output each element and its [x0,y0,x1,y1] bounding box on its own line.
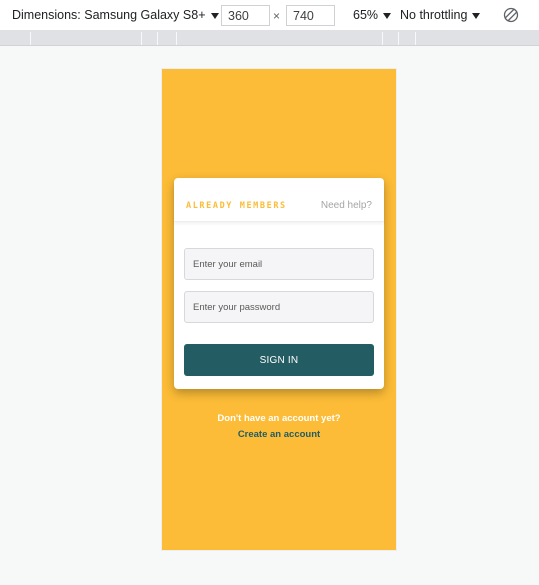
need-help-link[interactable]: Need help? [321,200,372,211]
device-select-label: Dimensions: Samsung Galaxy S8+ [12,8,206,22]
device-select[interactable]: Dimensions: Samsung Galaxy S8+ [12,8,219,22]
rotate-icon[interactable] [503,7,519,23]
ruler-tick [415,32,416,45]
zoom-select[interactable]: 65% [353,8,392,22]
no-account-text: Don't have an account yet? [217,413,341,424]
login-title: ALREADY MEMBERS [186,201,287,211]
create-account-link[interactable]: Create an account [162,429,396,440]
dimension-separator: × [273,9,281,23]
sign-in-button[interactable]: SIGN IN [184,344,374,376]
media-query-ruler[interactable] [0,30,539,46]
ruler-tick [382,32,383,45]
throttling-label: No throttling [400,8,468,22]
chevron-down-icon [383,12,392,19]
ruler-tick [141,32,142,45]
ruler-tick [398,32,399,45]
login-card: ALREADY MEMBERS Need help? SIGN IN [174,178,384,389]
ruler-tick [176,32,177,45]
viewport-height-input[interactable] [286,5,335,26]
chevron-down-icon [472,12,481,19]
ruler-tick [30,32,31,45]
viewport-width-input[interactable] [221,5,270,26]
chevron-down-icon [210,12,219,19]
ruler-tick [157,32,158,45]
login-card-header: ALREADY MEMBERS Need help? [174,178,384,222]
zoom-label: 65% [353,8,379,22]
email-field[interactable] [184,248,374,280]
devtools-device-toolbar: Dimensions: Samsung Galaxy S8+ × 65% No … [0,0,539,30]
password-field[interactable] [184,291,374,323]
device-viewport: ALREADY MEMBERS Need help? SIGN IN Don't… [162,69,396,550]
throttling-select[interactable]: No throttling [400,8,481,22]
